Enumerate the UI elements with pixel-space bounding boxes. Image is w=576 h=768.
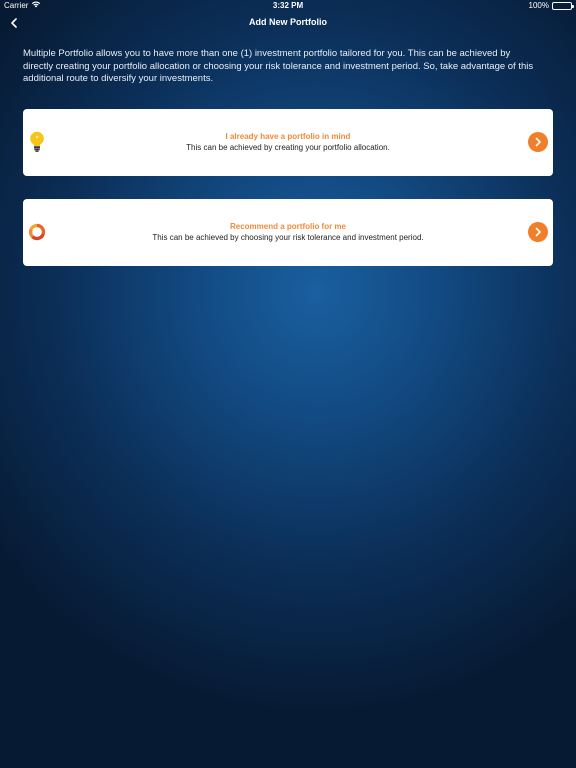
option-text: Recommend a portfolio for me This can be… [63, 221, 513, 243]
chevron-right-button[interactable] [528, 132, 548, 152]
lightbulb-icon [28, 131, 46, 153]
option-title: I already have a portfolio in mind [225, 132, 351, 141]
option-card-recommend-portfolio[interactable]: Recommend a portfolio for me This can be… [23, 199, 553, 266]
navigation-bar: Add New Portfolio [0, 12, 576, 34]
chevron-right-button[interactable] [528, 222, 548, 242]
option-card-existing-portfolio[interactable]: I already have a portfolio in mind This … [23, 109, 553, 176]
intro-description: Multiple Portfolio allows you to have mo… [23, 48, 534, 84]
option-text: I already have a portfolio in mind This … [63, 131, 513, 153]
page-title: Add New Portfolio [249, 17, 327, 27]
battery-indicator: 100% [528, 0, 574, 12]
option-subtitle: This can be achieved by choosing your ri… [152, 233, 424, 242]
battery-percent: 100% [528, 1, 549, 10]
donut-chart-icon [28, 221, 46, 243]
option-subtitle: This can be achieved by creating your po… [186, 143, 390, 152]
status-time: 3:32 PM [272, 1, 304, 10]
battery-icon [552, 2, 574, 10]
option-title: Recommend a portfolio for me [229, 222, 346, 231]
chevron-right-icon [535, 227, 541, 237]
status-bar: Carrier 3:32 PM 100% [0, 0, 576, 12]
chevron-right-icon [535, 137, 541, 147]
